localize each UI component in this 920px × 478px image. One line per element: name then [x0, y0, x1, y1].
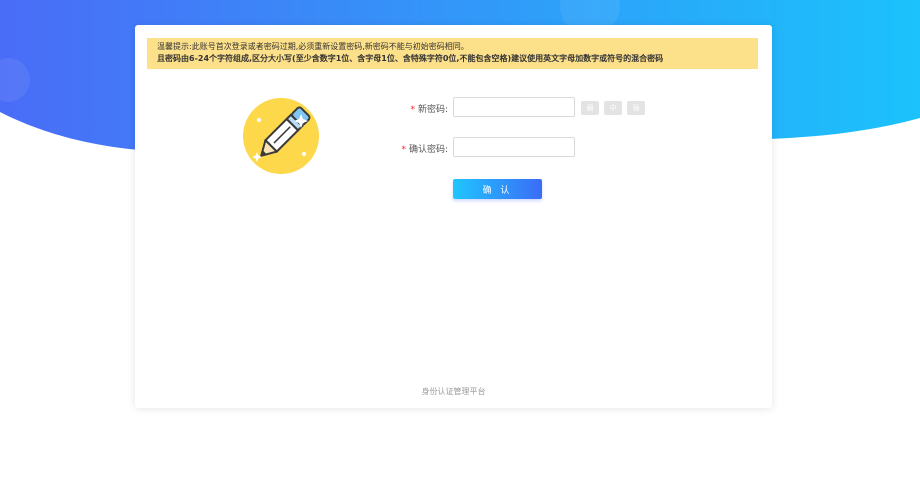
- pencil-icon: [243, 98, 319, 174]
- notice-line-2: 且密码由6-24个字符组成,区分大小写(至少含数字1位、含字母1位、含特殊字符0…: [157, 54, 664, 63]
- required-mark: *: [410, 105, 415, 115]
- confirm-button[interactable]: 确 认: [453, 179, 542, 199]
- password-reset-card: 温馨提示:此账号首次登录或者密码过期,必须重新设置密码,新密码不能与初始密码相同…: [135, 25, 772, 408]
- confirm-password-label-text: 确认密码:: [408, 145, 448, 155]
- new-password-input[interactable]: [453, 97, 575, 117]
- required-mark: *: [401, 145, 406, 155]
- confirm-password-input[interactable]: [453, 137, 575, 157]
- strength-strong-indicator: 强: [627, 101, 645, 115]
- notice-line-1: 温馨提示:此账号首次登录或者密码过期,必须重新设置密码,新密码不能与初始密码相同…: [157, 42, 469, 51]
- new-password-label: * 新密码:: [410, 102, 448, 115]
- strength-medium-indicator: 中: [604, 101, 622, 115]
- new-password-label-text: 新密码:: [417, 105, 448, 115]
- confirm-password-label: * 确认密码:: [401, 142, 448, 155]
- footer-text: 身份认证管理平台: [421, 387, 486, 396]
- notice-banner: 温馨提示:此账号首次登录或者密码过期,必须重新设置密码,新密码不能与初始密码相同…: [147, 38, 758, 69]
- strength-weak-indicator: 弱: [581, 101, 599, 115]
